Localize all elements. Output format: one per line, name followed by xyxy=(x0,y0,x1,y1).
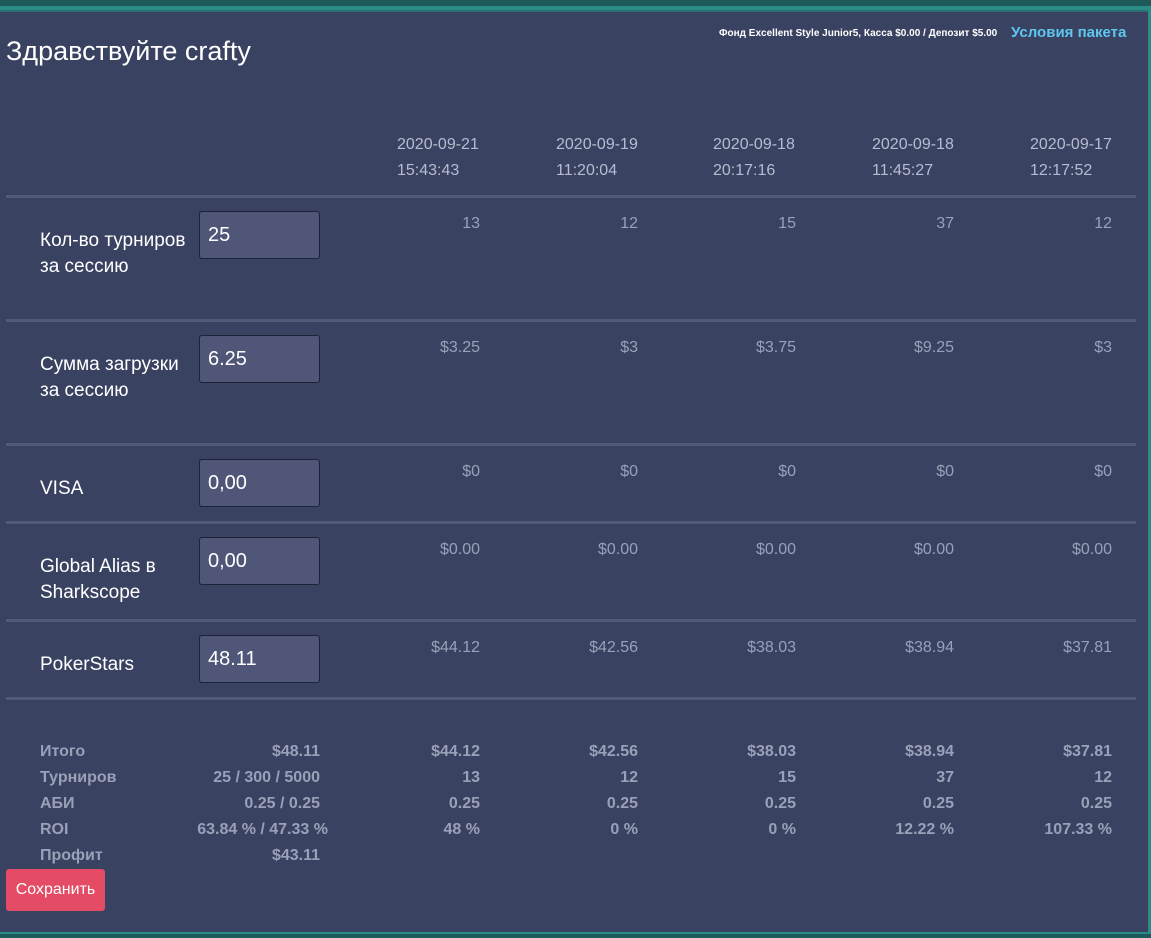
row-cell: $44.12 xyxy=(431,639,480,656)
row-divider xyxy=(6,195,1136,198)
row-cell: $0.00 xyxy=(755,541,796,558)
column-header-1: 2020-09-21 15:43:43 xyxy=(397,132,479,184)
summary-cell: 0.25 xyxy=(1080,795,1112,812)
fund-info: Фонд Excellent Style Junior5, Касса $0.0… xyxy=(719,28,998,39)
row-divider xyxy=(6,697,1136,700)
summary-cell: 0.25 xyxy=(606,795,638,812)
summary-current: 25 / 300 / 5000 xyxy=(213,769,320,786)
row-cell: 13 xyxy=(462,215,480,232)
column-date: 2020-09-18 xyxy=(713,136,795,153)
row-cell: $0 xyxy=(462,463,480,480)
summary-cell: 0.25 xyxy=(922,795,954,812)
summary-cell: 0.25 xyxy=(448,795,480,812)
summary-label-profit: Профит xyxy=(40,847,103,864)
pokerstars-input[interactable] xyxy=(199,635,320,683)
page-title: Здравствуйте crafty xyxy=(6,36,251,66)
column-header-5: 2020-09-17 12:17:52 xyxy=(1030,132,1112,184)
package-terms-link[interactable]: Условия пакета xyxy=(1011,24,1126,41)
row-cell: $3 xyxy=(620,339,638,356)
row-cell: $38.94 xyxy=(905,639,954,656)
column-header-3: 2020-09-18 20:17:16 xyxy=(713,132,795,184)
summary-cell: 48 % xyxy=(443,821,480,838)
summary-current: $48.11 xyxy=(271,743,320,760)
column-date: 2020-09-17 xyxy=(1030,136,1112,153)
summary-cell: 12 xyxy=(1094,769,1112,786)
summary-current: 0.25 / 0.25 xyxy=(244,795,320,812)
row-label-load-sum: Сумма загрузки за сессию xyxy=(40,354,179,401)
global-alias-input[interactable] xyxy=(199,537,320,585)
row-cell: $0.00 xyxy=(913,541,954,558)
summary-cell: $38.03 xyxy=(747,743,796,760)
row-cell: $0.00 xyxy=(1071,541,1112,558)
main-panel: Здравствуйте crafty Фонд Excellent Style… xyxy=(0,10,1148,932)
column-date: 2020-09-18 xyxy=(872,136,954,153)
summary-label-tournaments: Турниров xyxy=(40,769,117,786)
row-label-global-alias: Global Alias в Sharkscope xyxy=(40,556,156,603)
column-time: 11:45:27 xyxy=(872,162,934,179)
row-cell: $9.25 xyxy=(913,339,954,356)
column-time: 20:17:16 xyxy=(713,162,776,179)
row-divider xyxy=(6,521,1136,524)
row-cell: $0 xyxy=(620,463,638,480)
row-label-tournaments: Кол-во турниров за сессию xyxy=(40,230,186,277)
summary-cell: 13 xyxy=(462,769,480,786)
tournaments-input[interactable] xyxy=(199,211,320,259)
row-cell: $3.25 xyxy=(439,339,480,356)
row-cell: $0.00 xyxy=(439,541,480,558)
summary-cell: 0.25 xyxy=(764,795,796,812)
row-cell: 12 xyxy=(1094,215,1112,232)
summary-cell: 12 xyxy=(620,769,638,786)
row-cell: $38.03 xyxy=(747,639,796,656)
column-header-4: 2020-09-18 11:45:27 xyxy=(872,132,954,184)
row-cell: $0 xyxy=(778,463,796,480)
row-cell: $37.81 xyxy=(1063,639,1112,656)
summary-label-total: Итого xyxy=(40,743,86,760)
row-divider xyxy=(6,619,1136,622)
column-time: 15:43:43 xyxy=(397,162,460,179)
row-cell: $3 xyxy=(1094,339,1112,356)
summary-cell: $42.56 xyxy=(589,743,638,760)
load-sum-input[interactable] xyxy=(199,335,320,383)
row-label-pokerstars: PokerStars xyxy=(40,654,134,675)
row-divider xyxy=(6,319,1136,322)
row-cell: $42.56 xyxy=(589,639,638,656)
summary-cell: $37.81 xyxy=(1063,743,1112,760)
row-cell: $0.00 xyxy=(597,541,638,558)
row-cell: 15 xyxy=(778,215,796,232)
save-button[interactable]: Сохранить xyxy=(6,869,105,911)
summary-cell: 12.22 % xyxy=(895,821,954,838)
column-date: 2020-09-21 xyxy=(397,136,479,153)
row-cell: 37 xyxy=(936,215,954,232)
summary-cell: 15 xyxy=(778,769,796,786)
column-date: 2020-09-19 xyxy=(556,136,638,153)
summary-label-abi: АБИ xyxy=(40,795,75,812)
summary-current: $43.11 xyxy=(271,847,320,864)
column-header-2: 2020-09-19 11:20:04 xyxy=(556,132,638,184)
summary-current: 63.84 % / 47.33 % xyxy=(197,821,328,838)
column-time: 11:20:04 xyxy=(556,162,618,179)
summary-cell: 107.33 % xyxy=(1044,821,1112,838)
row-cell: $0 xyxy=(1094,463,1112,480)
summary-cell: $38.94 xyxy=(905,743,954,760)
row-label-visa: VISA xyxy=(40,478,84,499)
row-divider xyxy=(6,443,1136,446)
summary-cell: 0 % xyxy=(610,821,638,838)
row-cell: $0 xyxy=(936,463,954,480)
column-time: 12:17:52 xyxy=(1030,162,1093,179)
summary-cell: $44.12 xyxy=(431,743,480,760)
summary-label-roi: ROI xyxy=(40,821,69,838)
row-cell: 12 xyxy=(620,215,638,232)
visa-input[interactable] xyxy=(199,459,320,507)
row-cell: $3.75 xyxy=(755,339,796,356)
summary-cell: 37 xyxy=(936,769,954,786)
summary-cell: 0 % xyxy=(768,821,796,838)
